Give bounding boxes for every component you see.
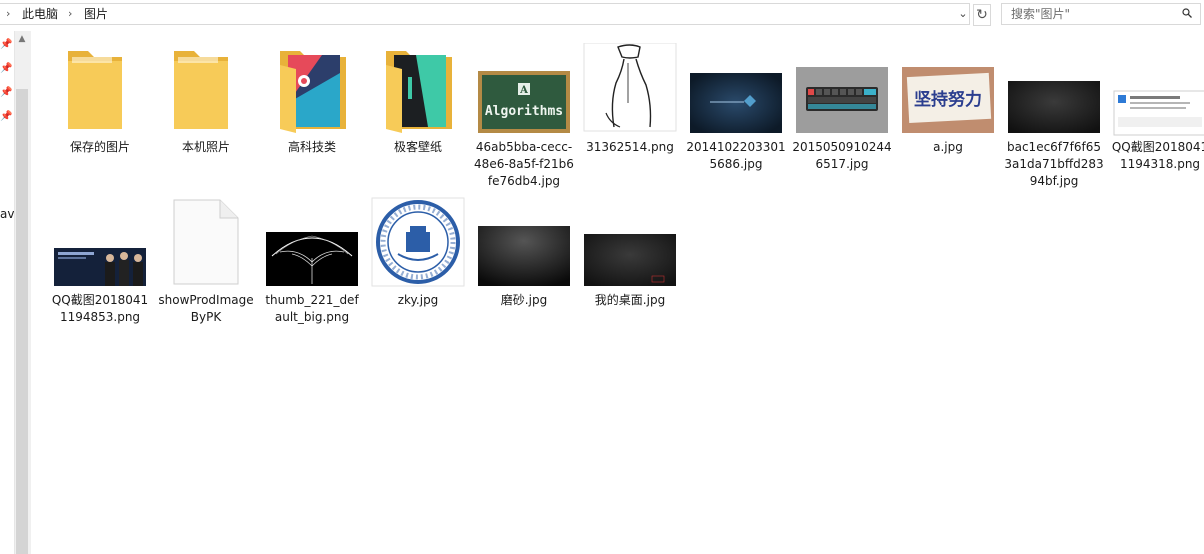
file-label: 保存的图片 [69,140,130,154]
image-thumbnail-icon [478,226,570,286]
file-label: 极客壁纸 [393,140,442,154]
image-thumbnail-icon [796,67,888,133]
breadcrumb-item-pictures[interactable]: 图片 [84,4,108,24]
thumbnail-text: 坚持努力 [914,89,982,110]
nav-scrollbar-thumb[interactable] [16,89,28,554]
image-thumbnail-icon [1113,90,1204,136]
search-placeholder: 搜索"图片" [1011,7,1071,21]
image-thumbnail-icon [371,197,465,287]
file-label: 20150509102446517.jpg [792,140,892,171]
image-thumbnail-icon [583,43,677,132]
pin-icon: 📌 [0,87,13,98]
image-thumbnail-icon: 坚持努力 [902,67,994,133]
file-label: a.jpg [933,140,963,154]
svg-text:A: A [519,85,528,96]
search-box[interactable]: 搜索"图片" [1001,3,1201,25]
folder-icon [280,51,346,133]
file-label: 46ab5bba-cecc-48e6-8a5f-f21b6fe76db4.jpg [474,140,574,188]
address-bar[interactable]: › 此电脑 › 图片 [0,3,970,25]
breadcrumb-chevron-icon[interactable]: › [68,4,72,24]
folder-icon [174,51,228,129]
breadcrumb-item-this-pc[interactable]: 此电脑 [22,4,58,24]
file-label: 20141022033015686.jpg [686,140,786,171]
thumbnail-text: Algorithms [485,104,563,119]
address-history-dropdown-icon[interactable]: ⌄ [955,4,971,26]
pin-icon: 📌 [0,39,13,50]
pin-icon: 📌 [0,63,13,74]
folder-icon [386,51,452,133]
image-thumbnail-icon: A Algorithms [478,71,570,133]
image-thumbnail-icon [584,234,676,286]
address-bar-row: › 此电脑 › 图片 ⌄ ↻ 搜索"图片" [0,0,1204,30]
file-label: thumb_221_default_big.png [265,293,359,324]
folder-icon [68,51,122,129]
nav-item-truncated-label[interactable]: av [0,207,14,221]
file-label: QQ截图20180411194853.png [51,293,149,324]
search-icon[interactable] [1182,8,1192,18]
file-label: 高科技类 [287,140,336,154]
file-label: 31362514.png [586,140,674,154]
file-label: 磨砂.jpg [500,293,548,307]
file-label: showProdImageByPK [158,293,254,324]
image-thumbnail-icon [54,248,146,286]
blank-file-icon [173,199,239,285]
file-label: QQ截图20180411194318.png [1111,140,1204,171]
navigation-pane: 📌 📌 📌 📌 av ▲ [0,31,31,554]
image-thumbnail-icon [266,232,358,286]
file-label: bac1ec6f7f6f653a1da71bffd28394bf.jpg [1004,140,1104,188]
image-thumbnail-icon [690,73,782,133]
file-label: zky.jpg [397,293,439,307]
pin-icon: 📌 [0,111,13,122]
refresh-icon[interactable]: ↻ [973,4,991,26]
image-thumbnail-icon [1008,81,1100,133]
file-label: 我的桌面.jpg [594,293,666,307]
scroll-up-arrow-icon[interactable]: ▲ [16,33,28,45]
file-label: 本机照片 [181,140,230,154]
breadcrumb-chevron-icon[interactable]: › [6,4,10,24]
